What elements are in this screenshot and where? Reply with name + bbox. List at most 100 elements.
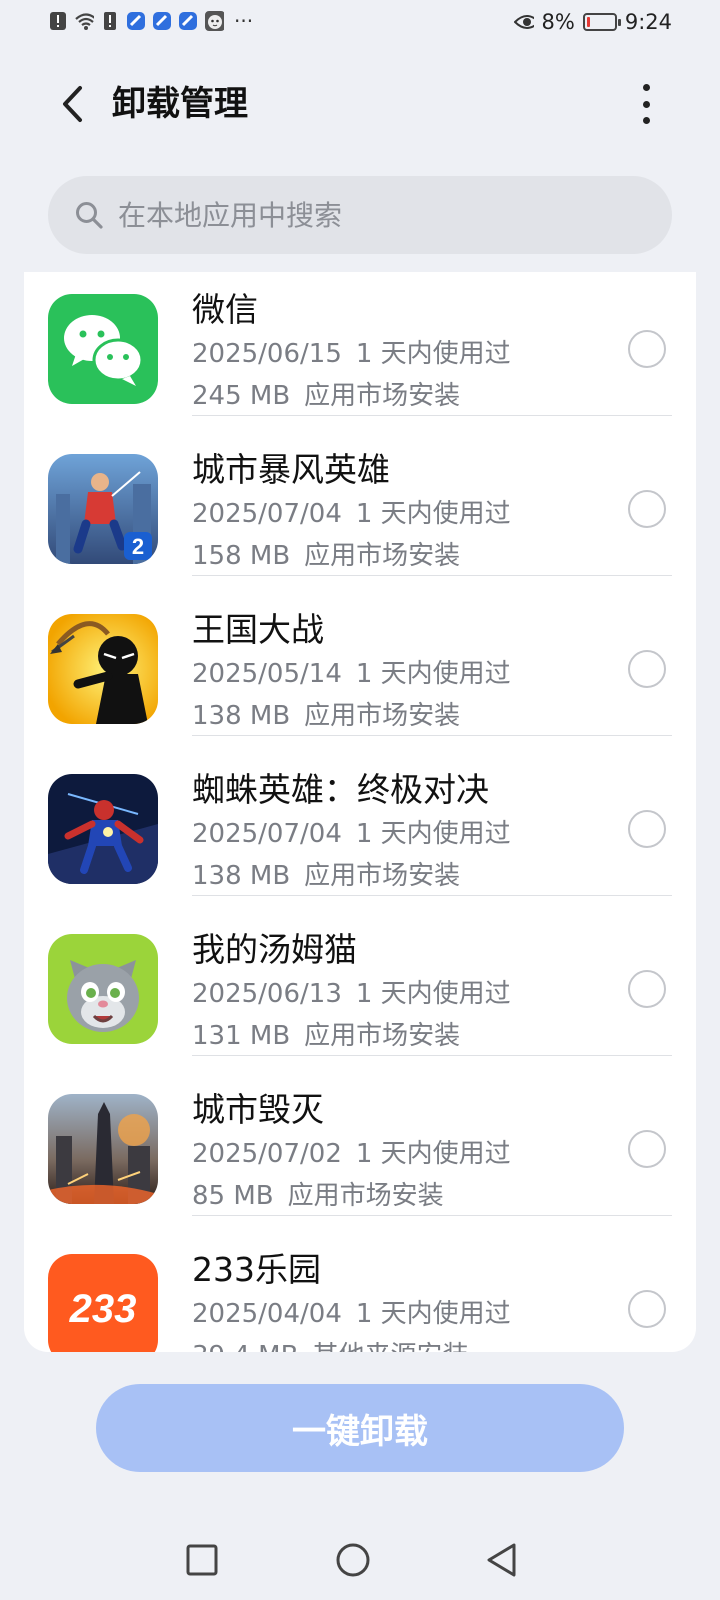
search-input[interactable]	[116, 197, 620, 233]
select-radio[interactable]	[628, 1290, 666, 1328]
app-list-item[interactable]: 233 233乐园 2025/04/04 1 天内使用过 39.4 MB 其他来源安装	[24, 1208, 696, 1352]
select-radio[interactable]	[628, 490, 666, 528]
home-button[interactable]	[323, 1530, 383, 1590]
app-usage-line: 2025/07/04 1 天内使用过	[192, 496, 511, 532]
app-name: 王国大战	[192, 610, 324, 649]
app-name: 我的汤姆猫	[192, 930, 357, 969]
app-notification-icon	[126, 10, 146, 32]
talking-tom-icon	[48, 934, 158, 1044]
circle-icon	[336, 1543, 370, 1577]
install-date: 2025/04/04	[192, 1299, 342, 1329]
search-bar[interactable]	[48, 176, 672, 254]
install-date: 2025/07/04	[192, 819, 342, 849]
chevron-left-icon	[63, 86, 82, 122]
wifi-icon	[74, 10, 94, 32]
install-source: 其他来源安装	[312, 1341, 468, 1352]
status-left-icons: ···	[48, 10, 253, 32]
install-source: 应用市场安装	[287, 1181, 444, 1211]
one-click-uninstall-button[interactable]: 一键卸载	[96, 1384, 624, 1472]
app-usage-line: 2025/06/13 1 天内使用过	[192, 976, 511, 1012]
last-used: 1 天内使用过	[355, 819, 511, 849]
battery-fill	[586, 17, 590, 27]
install-date: 2025/05/14	[192, 659, 342, 689]
square-icon	[186, 1544, 218, 1576]
more-options-button[interactable]	[634, 80, 658, 128]
select-radio[interactable]	[628, 970, 666, 1008]
app-name: 城市毁灭	[192, 1090, 324, 1129]
last-used: 1 天内使用过	[355, 659, 511, 689]
app-name: 233乐园	[192, 1250, 321, 1289]
last-used: 1 天内使用过	[355, 1299, 511, 1329]
app-name: 微信	[192, 290, 258, 329]
app-size-line: 39.4 MB 其他来源安装	[192, 1338, 468, 1352]
app-list-item[interactable]: 我的汤姆猫 2025/06/13 1 天内使用过 131 MB 应用市场安装	[24, 888, 696, 1056]
alert-icon	[48, 10, 68, 32]
clock: 9:24	[624, 10, 672, 34]
app-size: 39.4 MB	[192, 1341, 298, 1352]
install-date: 2025/06/15	[192, 339, 342, 369]
last-used: 1 天内使用过	[355, 499, 511, 529]
app-list-item[interactable]: 城市毁灭 2025/07/02 1 天内使用过 85 MB 应用市场安装	[24, 1048, 696, 1216]
app-list-item[interactable]: 王国大战 2025/05/14 1 天内使用过 138 MB 应用市场安装	[24, 568, 696, 736]
app-size: 138 MB	[192, 701, 291, 731]
triangle-back-icon	[487, 1543, 516, 1577]
app-usage-line: 2025/06/15 1 天内使用过	[192, 336, 511, 372]
last-used: 1 天内使用过	[355, 979, 511, 1009]
app-usage-line: 2025/05/14 1 天内使用过	[192, 656, 511, 692]
city-destruction-icon	[48, 1094, 158, 1204]
back-nav-button[interactable]	[472, 1530, 532, 1590]
city-storm-hero-icon: 2	[48, 454, 158, 564]
last-used: 1 天内使用过	[355, 1139, 511, 1169]
install-date: 2025/07/02	[192, 1139, 342, 1169]
svg-text:2: 2	[132, 534, 144, 559]
page-title: 卸载管理	[112, 84, 248, 124]
233-park-icon: 233	[48, 1254, 158, 1352]
install-source: 应用市场安装	[304, 861, 461, 891]
app-name: 蜘蛛英雄：终极对决	[192, 770, 489, 809]
battery-percent: 8%	[541, 10, 575, 34]
search-icon	[74, 200, 104, 230]
install-source: 应用市场安装	[304, 381, 461, 411]
app-size: 85 MB	[192, 1181, 274, 1211]
app-list: 微信 2025/06/15 1 天内使用过 245 MB 应用市场安装 2 城市暴风英雄 20…	[24, 272, 696, 1352]
back-button[interactable]	[50, 82, 94, 126]
eye-icon	[513, 11, 534, 33]
sim-alert-icon	[100, 10, 120, 32]
app-size: 131 MB	[192, 1021, 291, 1051]
tiger-app-icon	[204, 10, 224, 32]
install-source: 应用市场安装	[304, 701, 461, 731]
app-name: 城市暴风英雄	[192, 450, 390, 489]
kingdom-war-icon	[48, 614, 158, 724]
system-navigation-bar	[0, 1530, 720, 1590]
install-source: 应用市场安装	[304, 541, 461, 571]
install-source: 应用市场安装	[304, 1021, 461, 1051]
app-size: 245 MB	[192, 381, 291, 411]
select-radio[interactable]	[628, 650, 666, 688]
app-usage-line: 2025/07/04 1 天内使用过	[192, 816, 511, 852]
more-vert-dot	[642, 117, 650, 124]
status-bar: ··· 8% 9:24	[0, 0, 720, 48]
install-date: 2025/06/13	[192, 979, 342, 1009]
app-list-item[interactable]: 微信 2025/06/15 1 天内使用过 245 MB 应用市场安装	[24, 272, 696, 416]
select-radio[interactable]	[628, 1130, 666, 1168]
wechat-icon	[48, 294, 158, 404]
app-usage-line: 2025/07/02 1 天内使用过	[192, 1136, 511, 1172]
app-list-item[interactable]: 蜘蛛英雄：终极对决 2025/07/04 1 天内使用过 138 MB 应用市场安装	[24, 728, 696, 896]
status-right: 8% 9:24	[513, 10, 672, 34]
select-radio[interactable]	[628, 810, 666, 848]
install-date: 2025/07/04	[192, 499, 342, 529]
app-bar: 卸载管理	[0, 70, 720, 140]
svg-text:233: 233	[69, 1287, 137, 1331]
app-list-item[interactable]: 2 城市暴风英雄 2025/07/04 1 天内使用过 158 MB 应用市场安装	[24, 408, 696, 576]
select-radio[interactable]	[628, 330, 666, 368]
spider-hero-icon	[48, 774, 158, 884]
more-notifications-indicator: ···	[234, 9, 254, 33]
app-list-card: 微信 2025/06/15 1 天内使用过 245 MB 应用市场安装 2 城市暴风英雄 20…	[24, 272, 696, 1352]
battery-icon	[582, 13, 621, 31]
app-size: 138 MB	[192, 861, 291, 891]
last-used: 1 天内使用过	[355, 339, 511, 369]
app-size: 158 MB	[192, 541, 291, 571]
recents-button[interactable]	[172, 1530, 232, 1590]
app-usage-line: 2025/04/04 1 天内使用过	[192, 1296, 511, 1332]
more-vert-icon	[642, 84, 650, 91]
